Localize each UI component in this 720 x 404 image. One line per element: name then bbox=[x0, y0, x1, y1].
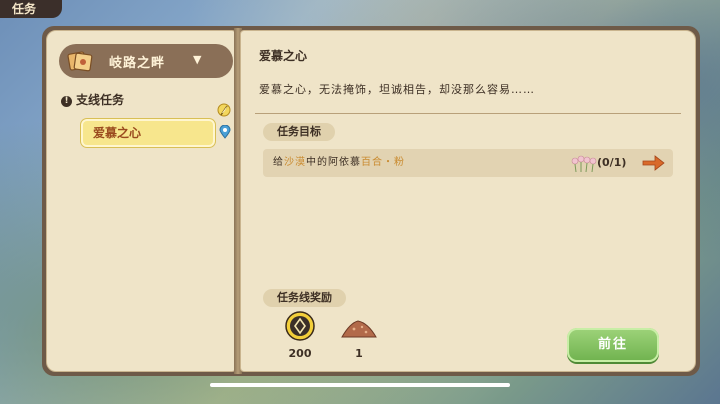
region-label: 岐路之畔 bbox=[109, 56, 166, 71]
location-pin-icon[interactable] bbox=[219, 125, 231, 139]
quest-description: 爱慕之心，无法掩饰，坦诚相告，却没那么容易…… bbox=[259, 83, 535, 96]
objective-text-prefix: 给 bbox=[273, 157, 284, 168]
ore-pile-icon bbox=[341, 320, 377, 338]
objective-text-mid: 中的阿依慕 bbox=[306, 157, 361, 168]
screen-title-tab: 任务 bbox=[0, 0, 62, 18]
quest-list-page: 岐路之畔 ▼ ! 支线任务 爱慕之心 bbox=[46, 30, 236, 372]
divider bbox=[255, 113, 681, 114]
category-label: 支线任务 bbox=[76, 93, 125, 107]
objectives-heading: 任务目标 bbox=[263, 123, 335, 141]
quest-title: 爱慕之心 bbox=[259, 49, 308, 63]
go-button[interactable]: 前往 bbox=[567, 328, 659, 362]
reward-ore-count: 1 bbox=[355, 347, 363, 360]
region-dropdown[interactable]: 岐路之畔 ▼ bbox=[59, 44, 233, 78]
objective-location: 沙漠 bbox=[284, 157, 306, 168]
quest-book: 岐路之畔 ▼ ! 支线任务 爱慕之心 爱慕之心 爱慕之心，无法掩饰，坦诚相告，却没… bbox=[42, 26, 700, 376]
arrow-right-icon[interactable] bbox=[641, 155, 665, 171]
objective-item: 百合・粉 bbox=[361, 157, 405, 168]
chevron-down-icon: ▼ bbox=[193, 53, 202, 66]
rewards-heading: 任务线奖励 bbox=[263, 289, 346, 307]
lily-flower-icon bbox=[571, 155, 597, 173]
coin-icon bbox=[285, 311, 315, 341]
alert-icon: ! bbox=[61, 96, 72, 107]
reward-coin-count: 200 bbox=[288, 347, 312, 360]
reward-coin[interactable]: 200 bbox=[283, 311, 317, 360]
objective-row[interactable]: 给沙漠中的阿依慕百合・粉 (0/1) bbox=[263, 149, 673, 177]
objective-progress: (0/1) bbox=[597, 156, 627, 169]
map-scroll-icon bbox=[67, 51, 93, 72]
quest-detail-page: 爱慕之心 爱慕之心，无法掩饰，坦诚相告，却没那么容易…… 任务目标 给沙漠中的阿… bbox=[240, 30, 696, 372]
feather-marker-icon bbox=[217, 103, 231, 117]
reward-ore[interactable]: 1 bbox=[339, 317, 379, 360]
quest-list-item-selected[interactable]: 爱慕之心 bbox=[81, 119, 215, 147]
category-heading: ! 支线任务 bbox=[61, 91, 124, 108]
home-indicator[interactable] bbox=[210, 383, 510, 387]
